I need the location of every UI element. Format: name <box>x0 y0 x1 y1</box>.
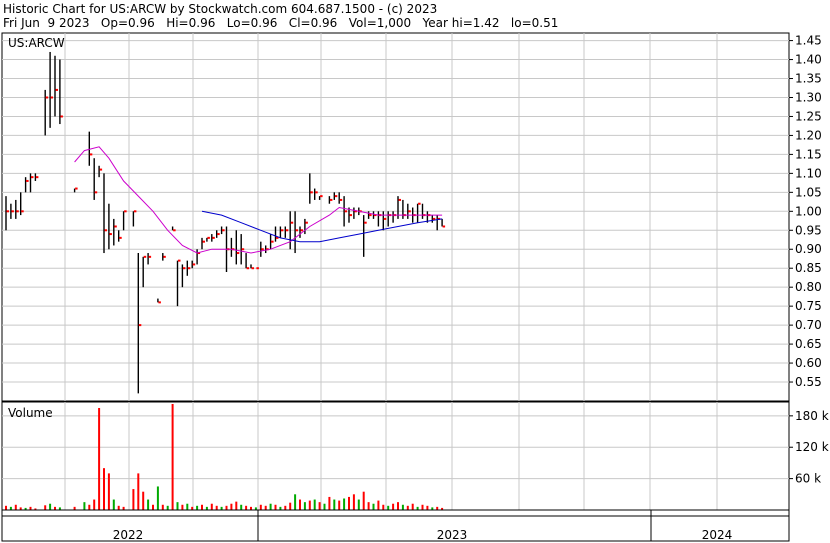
symbol-label: US:ARCW <box>8 36 65 50</box>
price-tick-label: 1.25 <box>795 109 822 123</box>
volume-tick-label: 180 k <box>795 409 829 423</box>
close-mark <box>173 229 176 232</box>
close-mark <box>60 115 63 118</box>
price-tick-label: 0.65 <box>795 337 822 351</box>
volume-tick-label: 120 k <box>795 440 829 454</box>
price-tick-label: 1.20 <box>795 128 822 142</box>
volume-plot-area <box>1 401 790 511</box>
close-mark <box>256 267 259 270</box>
volume-tick-label: 60 k <box>795 472 821 486</box>
close-mark <box>212 236 215 239</box>
close-mark <box>94 191 98 194</box>
price-tick-label: 0.70 <box>795 318 822 332</box>
price-tick-label: 1.00 <box>795 204 822 218</box>
close-mark <box>55 88 58 91</box>
close-mark <box>35 176 39 179</box>
close-mark <box>6 210 9 213</box>
price-tick-label: 1.35 <box>795 72 822 86</box>
close-mark <box>178 259 181 262</box>
close-mark <box>344 210 348 213</box>
close-mark <box>109 233 112 236</box>
price-tick-label: 1.45 <box>795 34 822 48</box>
price-plot-area <box>1 32 790 402</box>
close-mark <box>31 176 34 179</box>
close-mark <box>369 214 372 217</box>
close-mark <box>207 236 210 239</box>
price-tick-label: 1.10 <box>795 166 822 180</box>
price-tick-label: 1.40 <box>795 53 822 67</box>
price-tick-label: 0.60 <box>795 356 822 370</box>
close-mark <box>310 191 313 194</box>
close-mark <box>300 229 303 232</box>
close-mark <box>148 255 152 258</box>
close-mark <box>305 221 308 224</box>
close-mark <box>124 210 127 213</box>
close-mark <box>202 240 205 243</box>
close-mark <box>143 255 147 258</box>
close-mark <box>11 210 14 213</box>
close-mark <box>329 198 333 201</box>
close-mark <box>26 179 29 182</box>
close-mark <box>290 221 294 224</box>
price-tick-label: 0.55 <box>795 375 822 389</box>
price-tick-label: 0.95 <box>795 223 822 237</box>
close-mark <box>50 96 54 99</box>
price-tick-label: 0.90 <box>795 242 822 256</box>
close-mark <box>217 233 220 236</box>
close-mark <box>280 229 284 232</box>
close-mark <box>383 217 387 220</box>
close-mark <box>119 236 122 239</box>
close-mark <box>320 195 323 198</box>
price-tick-label: 0.80 <box>795 280 822 294</box>
close-mark <box>408 210 411 213</box>
close-mark <box>251 267 254 270</box>
price-tick-label: 1.30 <box>795 90 822 104</box>
price-panel: 1.45 1.40 1.35 1.30 1.25 1.20 1.15 1.10 1.05 1.00… <box>1 32 822 402</box>
close-mark <box>285 229 289 232</box>
close-mark <box>295 229 299 232</box>
close-mark <box>398 198 401 201</box>
close-mark <box>246 267 250 270</box>
close-mark <box>241 248 245 251</box>
close-mark <box>89 153 93 156</box>
year-label: 2022 <box>113 528 144 542</box>
close-mark <box>364 221 367 224</box>
stock-chart: 1.45 1.40 1.35 1.30 1.25 1.20 1.15 1.10 1.05 1.00… <box>1 32 829 542</box>
close-mark <box>133 210 137 213</box>
close-mark <box>138 324 142 327</box>
year-axis: 2022 2023 2024 <box>1 509 790 542</box>
volume-panel: 180 k 120 k 60 k Volume <box>1 401 829 511</box>
close-mark <box>271 240 274 243</box>
close-mark <box>236 252 240 255</box>
price-tick-label: 0.85 <box>795 261 822 275</box>
close-mark <box>99 168 103 171</box>
close-mark <box>261 248 264 251</box>
year-label: 2023 <box>437 528 468 542</box>
close-mark <box>75 187 78 190</box>
close-mark <box>339 198 343 201</box>
close-mark <box>163 255 166 258</box>
close-mark <box>21 210 24 213</box>
close-mark <box>45 96 49 99</box>
close-mark <box>158 301 161 304</box>
close-mark <box>104 229 107 232</box>
close-mark <box>418 202 421 205</box>
close-mark <box>187 267 191 270</box>
close-mark <box>349 214 352 217</box>
close-mark <box>315 191 318 194</box>
close-mark <box>182 267 186 270</box>
price-tick-label: 0.75 <box>795 299 822 313</box>
close-mark <box>222 229 225 232</box>
close-mark <box>442 225 446 228</box>
year-label: 2024 <box>702 528 733 542</box>
price-tick-label: 1.05 <box>795 185 822 199</box>
close-mark <box>114 225 117 228</box>
volume-label: Volume <box>8 406 53 420</box>
close-mark <box>192 263 196 266</box>
close-mark <box>334 195 338 198</box>
price-tick-label: 1.15 <box>795 147 822 161</box>
close-mark <box>16 210 19 213</box>
